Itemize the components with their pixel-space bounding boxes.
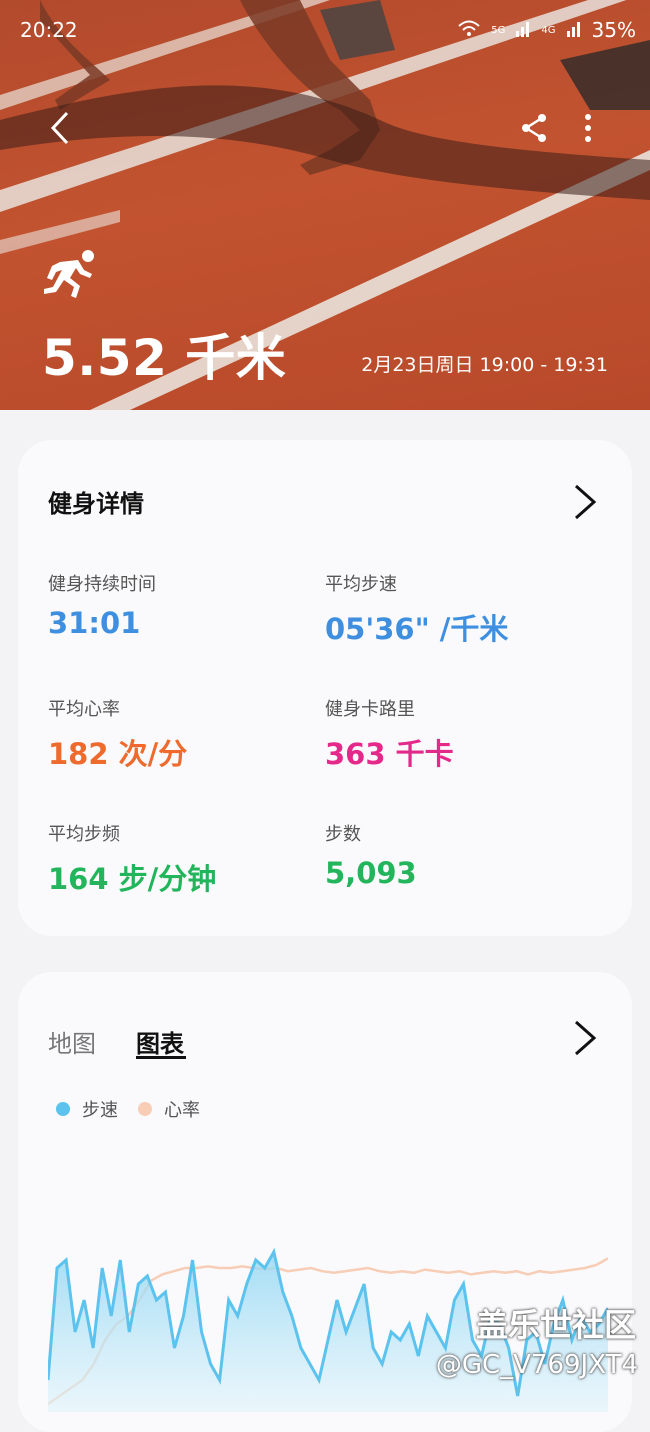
more-options-button[interactable] [566,106,610,150]
watermark-title: 盖乐世社区 [475,1306,636,1344]
signal-icon [515,18,531,42]
hero-photo: 20:22 5G 4G 35% 5.52 千米 2月23日周日 19:00 - … [0,0,650,410]
back-button[interactable] [38,106,82,150]
battery-percent: 35% [591,18,636,42]
tab-map[interactable]: 地图 [48,1024,96,1059]
chevron-right-icon[interactable] [572,484,598,520]
legend-label: 步速 [82,1100,118,1121]
back-icon [50,111,69,145]
status-time: 20:22 [20,18,78,42]
legend-dot [138,1102,152,1116]
workout-datetime: 2月23日周日 19:00 - 19:31 [361,354,608,376]
network-label-2: 4G [541,24,556,36]
metric-label: 平均心率 [48,699,120,720]
metric-value: 164 步/分钟 [48,862,217,896]
metric-value: 363 千卡 [325,737,454,771]
more-icon [585,114,591,142]
metric-label: 健身卡路里 [325,699,415,720]
wifi-icon [457,18,481,42]
legend-pace: 步速 [56,1096,118,1122]
metric-avg-cadence: 平均步频 164 步/分钟 [48,820,216,898]
legend-heart-rate: 心率 [138,1096,200,1122]
metric-value: 5,093 [325,856,417,890]
status-bar: 20:22 5G 4G 35% [0,16,650,46]
signal-icon-2 [566,18,582,42]
metric-calories: 健身卡路里 363 千卡 [325,695,454,773]
metric-value: 31:01 [48,606,141,640]
metric-duration: 健身持续时间 31:01 [48,570,156,640]
metric-label: 健身持续时间 [48,574,156,595]
tab-chart[interactable]: 图表 [136,1024,184,1059]
workout-details-card[interactable]: 健身详情 健身持续时间 31:01 平均步速 05'36" /千米 平均心率 1… [18,440,632,936]
share-button[interactable] [512,106,556,150]
metric-value: 05'36" /千米 [325,612,509,646]
metric-label: 平均步速 [325,574,397,595]
metric-avg-pace: 平均步速 05'36" /千米 [325,570,508,648]
metric-label: 平均步频 [48,824,120,845]
share-icon [522,114,546,142]
metric-value: 182 次/分 [48,737,188,771]
watermark-user: @GC_V769JXT4 [435,1350,638,1380]
details-title: 健身详情 [48,490,144,518]
chevron-right-icon[interactable] [572,1020,598,1056]
legend-dot [56,1102,70,1116]
metric-label: 步数 [325,824,361,845]
network-label-1: 5G [491,24,506,36]
active-tab-indicator [136,1056,186,1059]
running-icon [44,250,94,298]
metric-steps: 步数 5,093 [325,820,417,890]
metric-avg-heart-rate: 平均心率 182 次/分 [48,695,187,773]
legend-label: 心率 [164,1100,200,1121]
distance-value: 5.52 千米 [42,329,287,387]
